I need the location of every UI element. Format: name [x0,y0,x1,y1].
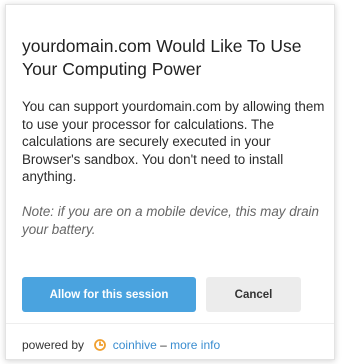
consent-dialog: yourdomain.com Would Like To Use Your Co… [5,4,335,360]
footer: powered by coinhive – more info [22,338,220,353]
dialog-body-text: You can support yourdomain.com by allowi… [22,99,325,184]
dialog-title: yourdomain.com Would Like To Use Your Co… [22,36,302,79]
footer-divider [6,323,334,324]
allow-session-button[interactable]: Allow for this session [22,277,196,312]
more-info-link[interactable]: more info [170,338,220,352]
coinhive-logo-icon [94,339,107,351]
battery-note: Note: if you are on a mobile device, thi… [22,204,319,237]
cancel-button[interactable]: Cancel [206,277,301,312]
powered-by-label: powered by [22,338,85,352]
footer-separator: – [156,338,171,352]
coinhive-link[interactable]: coinhive [113,338,157,352]
